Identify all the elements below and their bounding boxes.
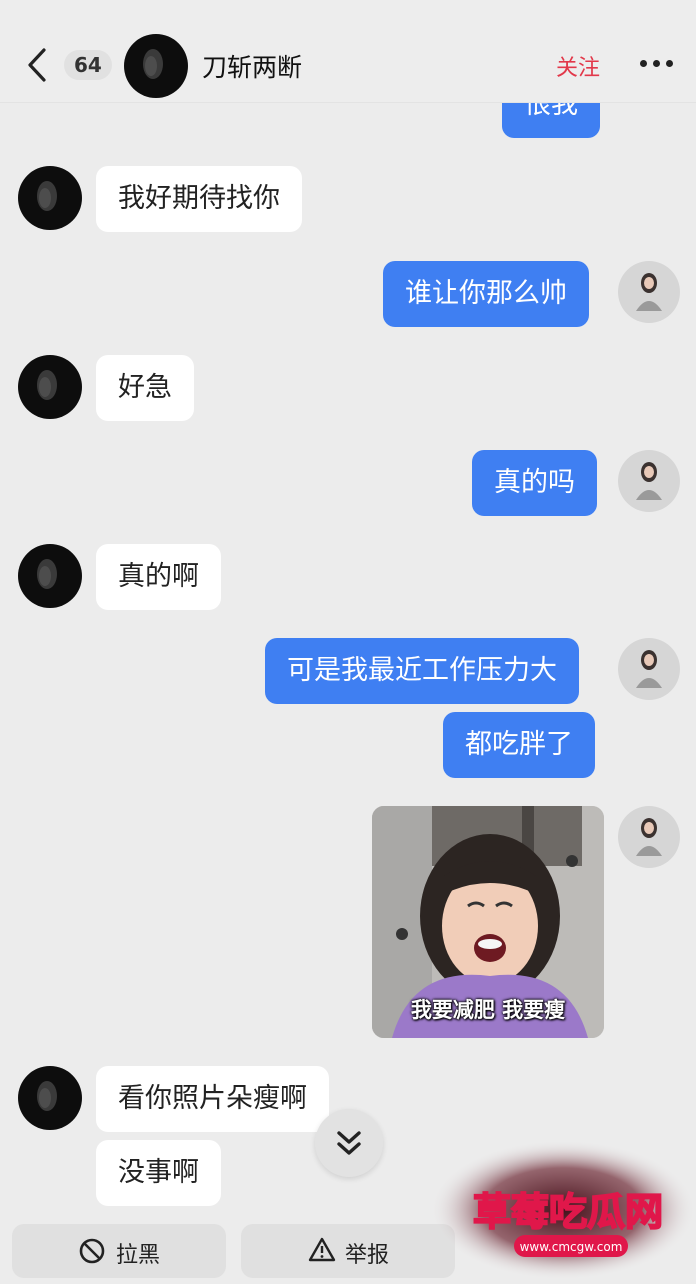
block-icon	[79, 1238, 105, 1264]
block-button[interactable]: 拉黑	[12, 1224, 226, 1278]
message-bubble-sent[interactable]: 真的吗	[472, 450, 597, 516]
unread-count-badge: 64	[64, 50, 112, 80]
watermark-logo: 草莓吃瓜网 www.cmcgw.com	[430, 1140, 696, 1280]
back-arrow-icon[interactable]	[22, 46, 52, 84]
message-bubble-received[interactable]: 看你照片朵瘦啊	[96, 1066, 329, 1132]
watermark-graphic: 草莓吃瓜网 www.cmcgw.com	[430, 1140, 696, 1280]
report-label: 举报	[345, 1243, 390, 1268]
scroll-down-chevron-icon	[337, 1131, 361, 1155]
follow-button[interactable]: 关注	[556, 50, 600, 82]
chat-header: 64 刀斩两断 关注	[0, 0, 696, 103]
contact-avatar[interactable]	[18, 355, 82, 419]
message-bubble-sent[interactable]: 都吃胖了	[443, 712, 595, 778]
message-bubble-received[interactable]: 好急	[96, 355, 194, 421]
user-avatar[interactable]	[618, 261, 680, 323]
contact-avatar[interactable]	[18, 544, 82, 608]
sticker-caption: 我要减肥 我要瘦	[410, 998, 566, 1022]
contact-avatar[interactable]	[18, 1066, 82, 1130]
watermark-text: 草莓吃瓜网	[473, 1190, 663, 1234]
report-button[interactable]: 举报	[241, 1224, 455, 1278]
message-bubble-received[interactable]: 我好期待找你	[96, 166, 302, 232]
user-avatar[interactable]	[618, 450, 680, 512]
message-bubble-received[interactable]: 没事啊	[96, 1140, 221, 1206]
more-dots-icon[interactable]	[640, 60, 674, 70]
block-label: 拉黑	[116, 1243, 161, 1268]
message-bubble-sent[interactable]: 可是我最近工作压力大	[265, 638, 579, 704]
watermark-url: www.cmcgw.com	[520, 1240, 623, 1254]
warning-icon	[308, 1237, 336, 1262]
contact-avatar[interactable]	[18, 166, 82, 230]
scroll-to-bottom-button[interactable]	[315, 1109, 383, 1177]
contact-name[interactable]: 刀斩两断	[202, 48, 302, 84]
message-bubble-sent[interactable]: 谁让你那么帅	[383, 261, 589, 327]
sticker-image[interactable]: 我要减肥 我要瘦	[372, 806, 604, 1038]
message-bubble-received[interactable]: 真的啊	[96, 544, 221, 610]
contact-avatar[interactable]	[124, 34, 188, 98]
user-avatar[interactable]	[618, 638, 680, 700]
user-avatar[interactable]	[618, 806, 680, 868]
